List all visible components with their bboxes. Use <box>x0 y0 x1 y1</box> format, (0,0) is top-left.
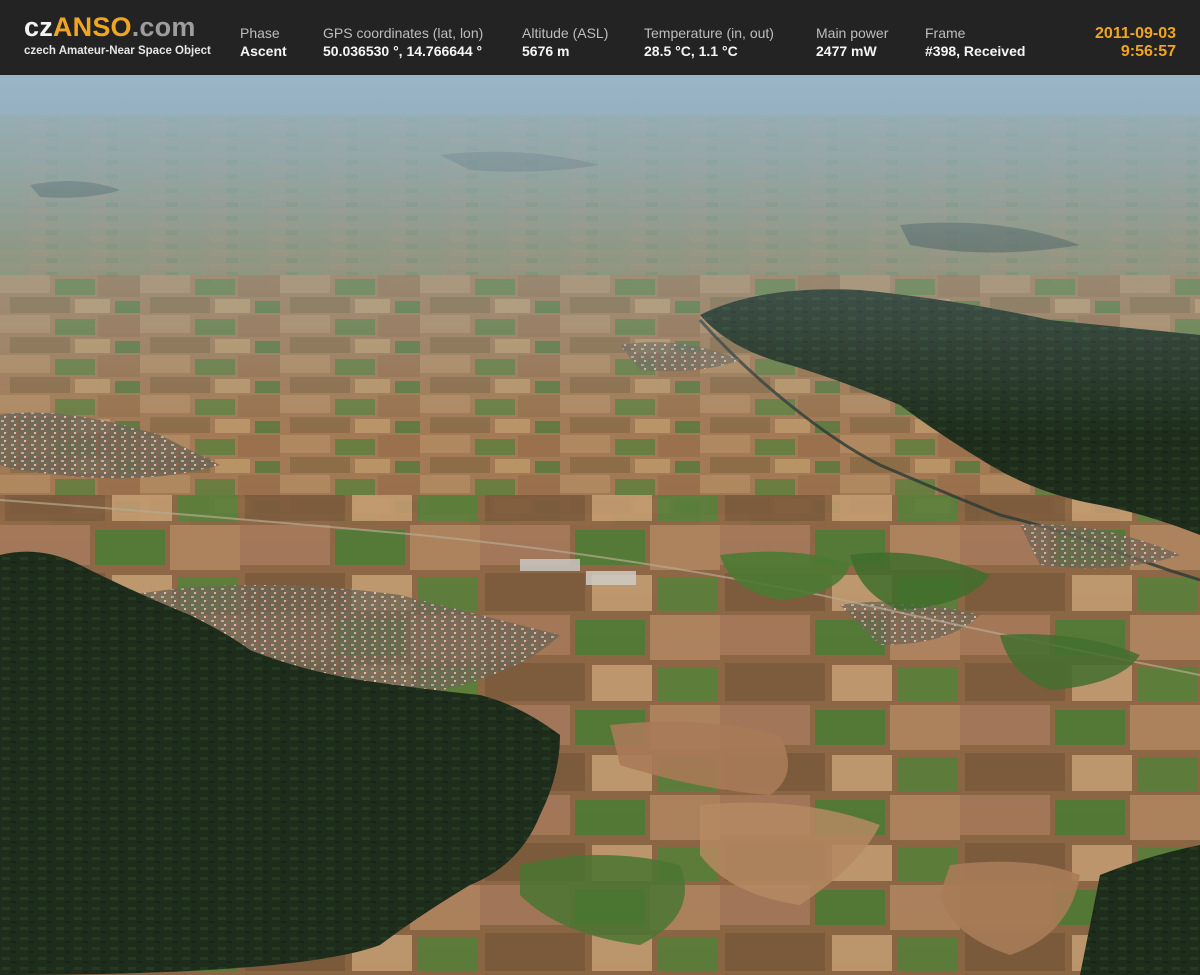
power-label: Main power <box>816 25 889 41</box>
aerial-landscape-image <box>0 75 1200 975</box>
gps-field: GPS coordinates (lat, lon) 50.036530 °, … <box>323 26 483 58</box>
temperature-value: 28.5 °C, 1.1 °C <box>644 43 738 59</box>
date-value: 2011-09-03 <box>1095 25 1176 42</box>
aerial-photo <box>0 75 1200 975</box>
power-field: Main power 2477 mW <box>816 26 888 58</box>
phase-value: Ascent <box>240 43 287 59</box>
frame-field: Frame #398, Received <box>925 26 1025 58</box>
temperature-label: Temperature (in, out) <box>644 25 774 41</box>
temperature-field: Temperature (in, out) 28.5 °C, 1.1 °C <box>644 26 774 58</box>
frame-label: Frame <box>925 25 966 41</box>
phase-field: Phase Ascent <box>240 26 287 58</box>
altitude-value: 5676 m <box>522 43 570 59</box>
logo-part-com: .com <box>131 12 196 42</box>
altitude-label: Altitude (ASL) <box>522 25 609 41</box>
power-value: 2477 mW <box>816 43 877 59</box>
logo-part-cz: cz <box>24 12 53 42</box>
telemetry-header: czANSO.com czech Amateur-Near Space Obje… <box>0 0 1200 75</box>
logo: czANSO.com czech Amateur-Near Space Obje… <box>24 14 211 58</box>
altitude-field: Altitude (ASL) 5676 m <box>522 26 608 58</box>
gps-label: GPS coordinates (lat, lon) <box>323 25 484 41</box>
phase-label: Phase <box>240 25 280 41</box>
logo-wordmark: czANSO.com <box>24 14 211 41</box>
logo-part-anso: ANSO <box>52 12 132 42</box>
logo-subtitle: czech Amateur-Near Space Object <box>24 45 211 57</box>
telemetry-frame: czANSO.com czech Amateur-Near Space Obje… <box>0 0 1200 975</box>
datetime: 2011-09-03 9:56:57 <box>1095 26 1176 60</box>
frame-value: #398, Received <box>925 43 1026 59</box>
gps-value: 50.036530 °, 14.766644 ° <box>323 43 483 59</box>
time-value: 9:56:57 <box>1120 43 1176 60</box>
